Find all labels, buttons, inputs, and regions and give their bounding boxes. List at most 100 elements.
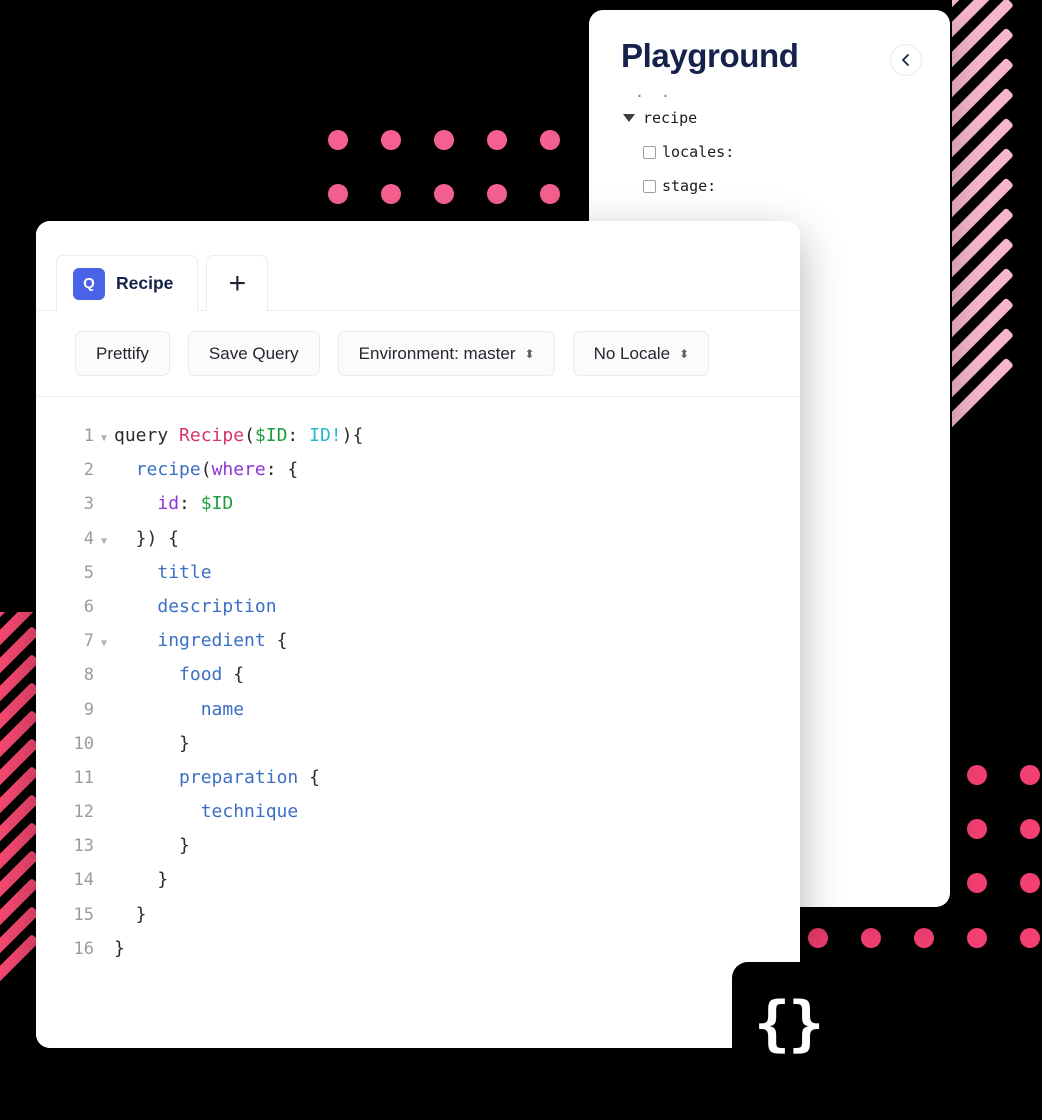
decorative-dot bbox=[914, 928, 934, 948]
stripe bbox=[952, 0, 1014, 52]
stripe bbox=[952, 207, 1014, 322]
decorative-dot bbox=[861, 928, 881, 948]
code-line: 11 preparation { bbox=[36, 761, 800, 795]
graphql-explorer-tree: . . recipe locales: stage: bbox=[589, 84, 950, 203]
line-number: 2 bbox=[83, 460, 94, 481]
line-number: 14 bbox=[73, 870, 94, 891]
page-title: Playground bbox=[621, 37, 799, 74]
dot-grid-top bbox=[328, 130, 578, 210]
decorative-dot bbox=[328, 184, 348, 204]
stripe bbox=[952, 147, 1014, 262]
screenshot-root: Playground . . recipe locales: stage: Q … bbox=[0, 0, 1042, 1120]
add-tab-button[interactable]: + bbox=[206, 255, 269, 311]
code-token: : bbox=[287, 425, 310, 446]
stripe bbox=[0, 625, 40, 712]
tree-node-recipe[interactable]: recipe bbox=[623, 101, 950, 135]
code-token: query bbox=[114, 425, 180, 446]
code-line: 13 } bbox=[36, 829, 800, 863]
curly-braces-icon: {} bbox=[754, 989, 824, 1059]
decorative-dot bbox=[808, 928, 828, 948]
fold-caret-icon[interactable]: ▼ bbox=[94, 627, 114, 661]
tree-node-label: stage: bbox=[662, 177, 717, 195]
stripe bbox=[0, 612, 40, 628]
code-token: } bbox=[114, 835, 190, 857]
stripe bbox=[952, 87, 1014, 202]
code-token: name bbox=[200, 698, 245, 720]
decorative-dot bbox=[434, 130, 454, 150]
stripe bbox=[0, 821, 40, 908]
code-text: } bbox=[114, 863, 168, 897]
line-number: 1 bbox=[83, 426, 94, 446]
line-number: 6 bbox=[83, 596, 94, 617]
decorative-dot bbox=[1020, 928, 1040, 948]
decorative-dot bbox=[1020, 873, 1040, 893]
code-line: 2 recipe(where: { bbox=[36, 453, 800, 487]
query-badge-icon: Q bbox=[73, 267, 105, 300]
stripe bbox=[0, 653, 40, 740]
stripe bbox=[0, 793, 40, 880]
tab-label: Recipe bbox=[116, 273, 174, 293]
line-number: 8 bbox=[83, 665, 94, 686]
stripe bbox=[952, 237, 1014, 352]
line-number: 15 bbox=[73, 904, 94, 925]
code-token: ( bbox=[244, 425, 255, 446]
line-number: 10 bbox=[73, 733, 94, 754]
decorative-dot bbox=[967, 928, 987, 948]
stripe bbox=[0, 877, 40, 964]
stripe bbox=[0, 849, 40, 936]
fold-caret-icon[interactable]: ▼ bbox=[94, 525, 114, 559]
code-text: technique bbox=[114, 795, 299, 829]
code-text: ingredient { bbox=[114, 624, 287, 658]
save-query-button[interactable]: Save Query bbox=[187, 331, 320, 376]
stripe bbox=[952, 27, 1014, 142]
locale-select[interactable]: No Locale ⬍ bbox=[572, 331, 710, 376]
code-text: description bbox=[114, 590, 276, 624]
tree-clipped-row: . . bbox=[635, 84, 675, 101]
prettify-button[interactable]: Prettify bbox=[75, 331, 170, 376]
checkbox-icon[interactable] bbox=[643, 179, 656, 193]
query-editor-card: Q Recipe + Prettify Save Query Environme… bbox=[36, 221, 800, 1048]
code-line: 7 ▼ ingredient { bbox=[36, 624, 800, 658]
code-line: 8 food { bbox=[36, 658, 800, 692]
line-number: 16 bbox=[73, 938, 94, 959]
tree-node-label: locales: bbox=[662, 143, 735, 161]
code-token: } bbox=[114, 937, 125, 959]
code-line: 16} bbox=[36, 932, 800, 966]
code-line: 10 } bbox=[36, 727, 800, 761]
stripe bbox=[0, 765, 40, 852]
decorative-dot bbox=[487, 130, 507, 150]
code-text: } bbox=[114, 898, 147, 932]
code-token: Recipe bbox=[179, 425, 245, 446]
diagonal-stripes-top-right bbox=[952, 0, 1042, 470]
stripe bbox=[0, 612, 40, 656]
line-number: 12 bbox=[73, 802, 94, 823]
tree-node-stage[interactable]: stage: bbox=[623, 169, 950, 203]
collapse-panel-button[interactable] bbox=[890, 44, 922, 76]
code-token: technique bbox=[200, 801, 299, 823]
tab-recipe[interactable]: Q Recipe bbox=[56, 255, 199, 311]
code-line: 14 } bbox=[36, 863, 800, 897]
line-number: 4 bbox=[83, 528, 94, 549]
code-line: 1 ▼ query Recipe($ID: ID!){ bbox=[36, 419, 800, 453]
code-token: food bbox=[179, 664, 223, 686]
diagonal-stripes-bottom-left bbox=[0, 612, 40, 1032]
tree-node-label: recipe bbox=[643, 109, 698, 127]
stripe bbox=[952, 117, 1014, 232]
code-line: 15 } bbox=[36, 898, 800, 932]
code-text: name bbox=[114, 693, 244, 727]
caret-down-icon bbox=[623, 114, 635, 122]
code-token: { bbox=[265, 630, 288, 652]
tree-node-locales[interactable]: locales: bbox=[623, 135, 950, 169]
graphql-code-editor[interactable]: 1 ▼ query Recipe($ID: ID!){2 recipe(where:… bbox=[36, 397, 800, 1048]
fold-caret-icon[interactable]: ▼ bbox=[94, 422, 114, 456]
updown-caret-icon: ⬍ bbox=[524, 346, 535, 361]
checkbox-icon[interactable] bbox=[643, 145, 656, 159]
code-line: 6 description bbox=[36, 590, 800, 624]
environment-select[interactable]: Environment: master ⬍ bbox=[337, 331, 555, 376]
locale-label: No Locale bbox=[593, 343, 671, 363]
stripe bbox=[952, 267, 1014, 382]
stripe bbox=[952, 0, 1014, 82]
